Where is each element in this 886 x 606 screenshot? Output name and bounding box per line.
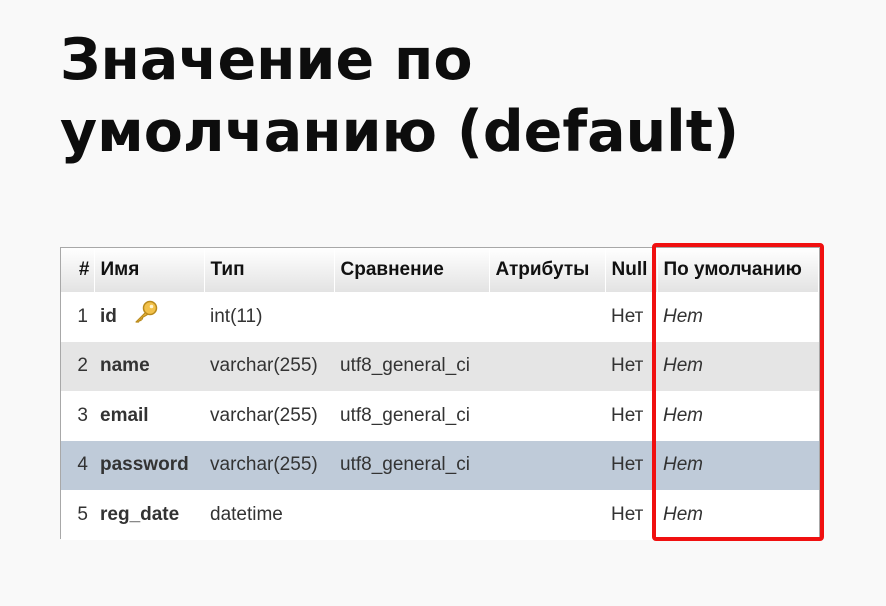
table-row[interactable]: 3 email varchar(255) utf8_general_ci Нет… — [61, 391, 819, 441]
column-collation-cell: utf8_general_ci — [334, 391, 489, 441]
table-row[interactable]: 2 name varchar(255) utf8_general_ci Нет … — [61, 341, 819, 391]
column-type-cell: int(11) — [204, 292, 334, 342]
column-attributes-cell — [489, 341, 605, 391]
column-type-cell: varchar(255) — [204, 440, 334, 490]
row-number: 1 — [61, 292, 94, 342]
column-type-cell: varchar(255) — [204, 341, 334, 391]
table-header-row: # Имя Тип Сравнение Атрибуты Null По умо… — [61, 248, 819, 292]
column-name-cell: reg_date — [94, 490, 204, 540]
row-number: 5 — [61, 490, 94, 540]
column-null-cell: Нет — [605, 341, 657, 391]
column-collation-cell — [334, 292, 489, 342]
column-header-null[interactable]: Null — [605, 248, 658, 292]
column-attributes-cell — [489, 391, 605, 441]
column-default-cell: Нет — [657, 391, 819, 441]
column-null-cell: Нет — [605, 440, 657, 490]
column-header-number[interactable]: # — [61, 248, 95, 292]
table-structure: # Имя Тип Сравнение Атрибуты Null По умо… — [61, 248, 819, 540]
column-header-type[interactable]: Тип — [204, 248, 335, 292]
column-name-cell: name — [94, 341, 204, 391]
column-attributes-cell — [489, 292, 605, 342]
column-name-cell: email — [94, 391, 204, 441]
row-number: 3 — [61, 391, 94, 441]
column-default-cell: Нет — [657, 341, 819, 391]
column-default-cell: Нет — [657, 292, 819, 342]
column-header-collation[interactable]: Сравнение — [334, 248, 490, 292]
slide-title: Значение по умолчанию (default) — [60, 24, 739, 168]
column-attributes-cell — [489, 490, 605, 540]
column-name-cell: id — [94, 292, 204, 342]
column-header-attributes[interactable]: Атрибуты — [489, 248, 606, 292]
column-null-cell: Нет — [605, 292, 657, 342]
column-default-cell: Нет — [657, 440, 819, 490]
column-collation-cell: utf8_general_ci — [334, 341, 489, 391]
table-row[interactable]: 5 reg_date datetime Нет Нет — [61, 490, 819, 540]
column-name-cell: password — [94, 440, 204, 490]
column-type-cell: datetime — [204, 490, 334, 540]
table-structure-panel: # Имя Тип Сравнение Атрибуты Null По умо… — [60, 247, 820, 540]
column-null-cell: Нет — [605, 391, 657, 441]
column-header-name[interactable]: Имя — [94, 248, 205, 292]
row-number: 2 — [61, 341, 94, 391]
slide-title-line-1: Значение по — [60, 27, 473, 93]
slide-title-line-2: умолчанию (default) — [60, 99, 740, 165]
column-null-cell: Нет — [605, 490, 657, 540]
row-number: 4 — [61, 440, 94, 490]
column-collation-cell: utf8_general_ci — [334, 440, 489, 490]
table-row[interactable]: 1 id int(11) Нет Нет — [61, 292, 819, 342]
column-collation-cell — [334, 490, 489, 540]
column-type-cell: varchar(255) — [204, 391, 334, 441]
column-default-cell: Нет — [657, 490, 819, 540]
table-row-selected[interactable]: 4 password varchar(255) utf8_general_ci … — [61, 440, 819, 490]
key-icon — [132, 300, 158, 330]
column-header-default[interactable]: По умолчанию — [657, 248, 819, 292]
column-name-text: id — [100, 305, 117, 327]
column-attributes-cell — [489, 440, 605, 490]
